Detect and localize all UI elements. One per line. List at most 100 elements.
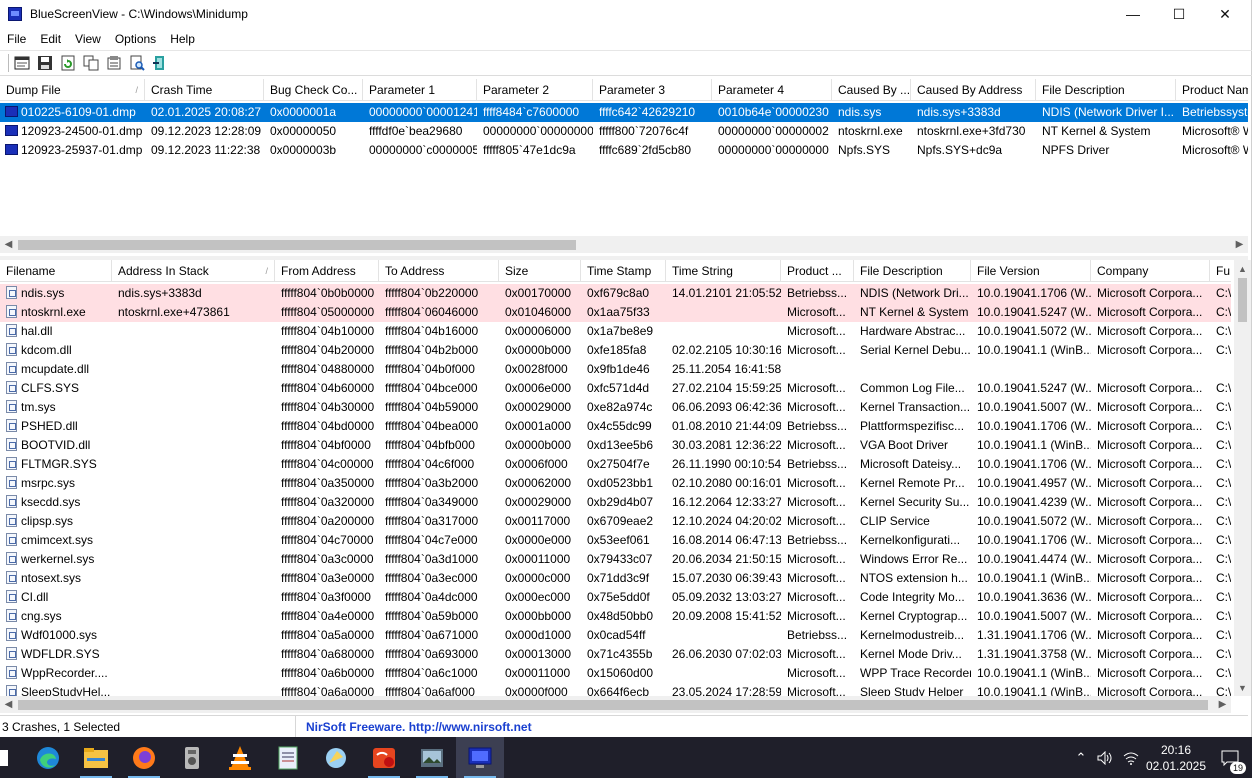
menu-view[interactable]: View	[68, 32, 108, 46]
driver-row[interactable]: cng.sys fffff804`0a4e0000 fffff804`0a59b00…	[0, 607, 1231, 626]
crash-dump-list[interactable]: Dump File / Crash Time Bug Check Co... Pa…	[0, 79, 1248, 239]
col-parameter-4[interactable]: Parameter 4	[712, 79, 832, 101]
refresh-icon[interactable]	[58, 53, 78, 73]
col-file-description[interactable]: File Description	[1036, 79, 1176, 101]
driver-row[interactable]: msrpc.sys fffff804`0a350000 fffff804`0a3b2…	[0, 474, 1231, 493]
taskbar-app[interactable]	[312, 737, 360, 778]
driver-row[interactable]: tm.sys fffff804`04b30000 fffff804`04b59000…	[0, 398, 1231, 417]
minimize-button[interactable]: —	[1110, 0, 1156, 28]
menu-file[interactable]: File	[0, 32, 33, 46]
col-caused-by-driver[interactable]: Caused By ...	[832, 79, 911, 101]
driver-row[interactable]: kdcom.dll fffff804`04b20000 fffff804`04b2b…	[0, 341, 1231, 360]
col-product-name[interactable]: Product ...	[781, 260, 854, 282]
driver-row[interactable]: ntoskrnl.exe ntoskrnl.exe+473861 fffff804`…	[0, 303, 1231, 322]
taskbar-edge[interactable]	[24, 737, 72, 778]
driver-file-icon	[6, 552, 17, 565]
scroll-down-icon[interactable]: ▼	[1234, 679, 1251, 696]
cell: ndis.sys+3383d	[118, 286, 202, 300]
taskbar-photo-viewer[interactable]	[408, 737, 456, 778]
driver-row[interactable]: CI.dll fffff804`0a3f0000 fffff804`0a4dc000…	[0, 588, 1231, 607]
scroll-left-icon[interactable]: ◀	[0, 696, 17, 713]
html-report-icon[interactable]	[12, 53, 32, 73]
loaded-drivers-list[interactable]: Filename Address In Stack / From Address …	[0, 260, 1231, 696]
action-center-button[interactable]: 19	[1208, 750, 1252, 774]
driver-row[interactable]: ntosext.sys fffff804`0a3e0000 fffff804`0a3…	[0, 569, 1231, 588]
cell: fffff804`04bfb000	[385, 438, 475, 452]
find-icon[interactable]	[127, 53, 147, 73]
col-bug-check-code[interactable]: Bug Check Co...	[264, 79, 363, 101]
cell: Microsoft Dateisy...	[860, 457, 962, 471]
col-product-name[interactable]: Product Name	[1176, 79, 1248, 101]
scroll-right-icon[interactable]: ▶	[1214, 696, 1231, 713]
taskbar-vlc[interactable]	[216, 737, 264, 778]
driver-row[interactable]: hal.dll fffff804`04b10000 fffff804`04b1600…	[0, 322, 1231, 341]
driver-row[interactable]: PSHED.dll fffff804`04bd0000 fffff804`04bea…	[0, 417, 1231, 436]
taskbar-file-explorer[interactable]	[72, 737, 120, 778]
bottom-vertical-scrollbar[interactable]: ▲ ▼	[1234, 260, 1251, 696]
col-file-version[interactable]: File Version	[971, 260, 1091, 282]
col-file-description[interactable]: File Description	[854, 260, 971, 282]
scroll-right-icon[interactable]: ▶	[1231, 236, 1248, 253]
top-horizontal-scrollbar[interactable]: ◀ ▶	[0, 236, 1248, 253]
menu-edit[interactable]: Edit	[33, 32, 68, 46]
cell: C:\	[1216, 476, 1231, 490]
col-from-address[interactable]: From Address	[275, 260, 379, 282]
driver-row[interactable]: ksecdd.sys fffff804`0a320000 fffff804`0a34…	[0, 493, 1231, 512]
col-time-string[interactable]: Time String	[666, 260, 781, 282]
driver-row[interactable]: mcupdate.dll fffff804`04880000 fffff804`04…	[0, 360, 1231, 379]
close-button[interactable]: ✕	[1202, 0, 1248, 28]
crash-dump-row[interactable]: 120923-24500-01.dmp 09.12.2023 12:28:09 0x…	[0, 122, 1248, 141]
driver-row[interactable]: clipsp.sys fffff804`0a200000 fffff804`0a31…	[0, 512, 1231, 531]
crash-dump-row[interactable]: 010225-6109-01.dmp 02.01.2025 20:08:27 0x0…	[0, 103, 1248, 122]
driver-row[interactable]: WppRecorder.... fffff804`0a6b0000 fffff804…	[0, 664, 1231, 683]
col-full-path[interactable]: Fu	[1210, 260, 1231, 282]
col-filename[interactable]: Filename	[0, 260, 112, 282]
col-size[interactable]: Size	[499, 260, 581, 282]
volume-icon[interactable]	[1092, 750, 1118, 765]
scrollbar-thumb[interactable]	[18, 700, 1208, 710]
col-parameter-2[interactable]: Parameter 2	[477, 79, 593, 101]
exit-icon[interactable]	[150, 53, 170, 73]
driver-row[interactable]: WDFLDR.SYS fffff804`0a680000 fffff804`0a69…	[0, 645, 1231, 664]
bottom-horizontal-scrollbar[interactable]: ◀ ▶	[0, 696, 1231, 713]
crash-dump-row[interactable]: 120923-25937-01.dmp 09.12.2023 11:22:38 0x…	[0, 141, 1248, 160]
scrollbar-thumb[interactable]	[18, 240, 576, 250]
cell: Microsoft Corpora...	[1097, 305, 1203, 319]
driver-row[interactable]: cmimcext.sys fffff804`04c70000 fffff804`04…	[0, 531, 1231, 550]
col-caused-by-address[interactable]: Caused By Address	[911, 79, 1036, 101]
col-dump-file[interactable]: Dump File /	[0, 79, 145, 101]
save-icon[interactable]	[35, 53, 55, 73]
taskbar-firefox[interactable]	[120, 737, 168, 778]
col-address-in-stack[interactable]: Address In Stack /	[112, 260, 275, 282]
col-to-address[interactable]: To Address	[379, 260, 499, 282]
show-hidden-icons-chevron-up-icon[interactable]: ⌃	[1070, 750, 1092, 766]
taskbar-sound-recorder[interactable]	[360, 737, 408, 778]
scrollbar-thumb[interactable]	[1238, 278, 1247, 322]
taskbar-media-player[interactable]	[168, 737, 216, 778]
col-crash-time[interactable]: Crash Time	[145, 79, 264, 101]
scroll-left-icon[interactable]: ◀	[0, 236, 17, 253]
driver-row[interactable]: Wdf01000.sys fffff804`0a5a0000 fffff804`0a…	[0, 626, 1231, 645]
maximize-button[interactable]: ☐	[1156, 0, 1202, 28]
menu-options[interactable]: Options	[108, 32, 163, 46]
driver-row[interactable]: CLFS.SYS fffff804`04b60000 fffff804`04bce0…	[0, 379, 1231, 398]
driver-row[interactable]: FLTMGR.SYS fffff804`04c00000 fffff804`04c6…	[0, 455, 1231, 474]
network-wifi-icon[interactable]	[1118, 751, 1144, 765]
driver-row[interactable]: SleepStudyHel... fffff804`0a6a0000 fffff80…	[0, 683, 1231, 696]
start-button[interactable]	[0, 737, 24, 778]
taskbar-notepad[interactable]	[264, 737, 312, 778]
nirsoft-link[interactable]: NirSoft Freeware. http://www.nirsoft.net	[296, 720, 532, 734]
taskbar-bluescreenview[interactable]	[456, 737, 504, 778]
clock[interactable]: 20:16 02.01.2025	[1144, 742, 1208, 774]
col-time-stamp[interactable]: Time Stamp	[581, 260, 666, 282]
driver-row[interactable]: ndis.sys ndis.sys+3383d fffff804`0b0b0000 f…	[0, 284, 1231, 303]
copy-icon[interactable]	[81, 53, 101, 73]
col-parameter-1[interactable]: Parameter 1	[363, 79, 477, 101]
menu-help[interactable]: Help	[163, 32, 202, 46]
col-parameter-3[interactable]: Parameter 3	[593, 79, 712, 101]
properties-icon[interactable]	[104, 53, 124, 73]
col-company[interactable]: Company	[1091, 260, 1210, 282]
driver-row[interactable]: BOOTVID.dll fffff804`04bf0000 fffff804`04b…	[0, 436, 1231, 455]
driver-row[interactable]: werkernel.sys fffff804`0a3c0000 fffff804`0…	[0, 550, 1231, 569]
scroll-up-icon[interactable]: ▲	[1234, 260, 1251, 277]
